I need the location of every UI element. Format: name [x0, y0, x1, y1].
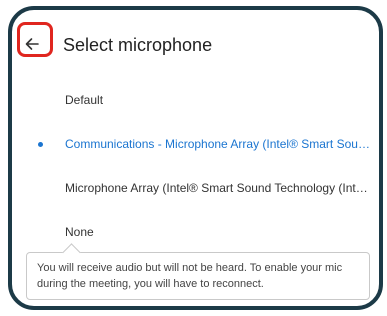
microphone-panel: Select microphone Default Communications… — [8, 6, 383, 310]
option-label: Default — [65, 93, 104, 107]
option-communications-microphone-array[interactable]: Communications - Microphone Array (Intel… — [12, 122, 379, 166]
info-tooltip: You will receive audio but will not be h… — [26, 243, 370, 300]
option-default[interactable]: Default — [12, 78, 379, 122]
page-title: Select microphone — [63, 35, 213, 55]
microphone-option-list: Default Communications - Microphone Arra… — [12, 78, 379, 254]
selected-indicator — [38, 141, 43, 147]
option-label: None — [65, 225, 94, 239]
back-button[interactable] — [16, 28, 48, 60]
arrow-left-icon — [25, 38, 39, 50]
option-microphone-array[interactable]: Microphone Array (Intel® Smart Sound Tec… — [12, 166, 379, 210]
panel-header: Select microphone — [12, 10, 379, 70]
option-label: Microphone Array (Intel® Smart Sound Tec… — [65, 181, 371, 195]
tooltip-text: You will receive audio but will not be h… — [37, 262, 343, 290]
option-label: Communications - Microphone Array (Intel… — [65, 137, 371, 151]
